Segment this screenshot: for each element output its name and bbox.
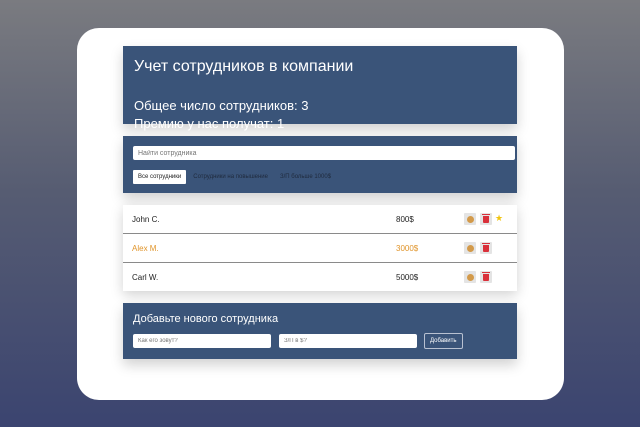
cookie-button[interactable] [464, 213, 476, 225]
list-item: John C. 800$ ★ [123, 205, 517, 234]
employee-name[interactable]: John C. [132, 215, 160, 224]
employee-salary[interactable]: 5000$ [396, 273, 418, 282]
cookie-button[interactable] [464, 271, 476, 283]
page-title: Учет сотрудников в компании [134, 58, 354, 75]
name-input[interactable] [133, 334, 271, 348]
employee-salary[interactable]: 3000$ [396, 244, 418, 253]
total-employees: Общее число сотрудников: 3 [134, 98, 309, 113]
cookie-icon [466, 244, 474, 252]
employee-name[interactable]: Alex M. [132, 244, 159, 253]
star-icon: ★ [495, 213, 504, 223]
add-button[interactable]: Добавить [424, 333, 463, 349]
filter-group: Все сотрудники Сотрудники на повышение З… [133, 170, 338, 184]
cookie-icon [466, 215, 474, 223]
filter-all-button[interactable]: Все сотрудники [133, 170, 187, 184]
delete-button[interactable] [480, 271, 492, 283]
header-panel: Учет сотрудников в компании Общее число … [123, 46, 517, 131]
trash-icon [482, 213, 490, 223]
employee-salary[interactable]: 800$ [396, 215, 414, 224]
list-item: Alex M. 3000$ [123, 234, 517, 263]
list-item: Carl W. 5000$ [123, 263, 517, 291]
bonus-count: Премию у нас получат: 1 [134, 116, 285, 131]
delete-button[interactable] [480, 242, 492, 254]
employee-list: John C. 800$ ★ Alex M. 3000$ Carl W. 500… [123, 205, 517, 291]
employee-name[interactable]: Carl W. [132, 273, 158, 282]
search-panel: Все сотрудники Сотрудники на повышение З… [123, 136, 517, 193]
cookie-icon [466, 273, 474, 281]
salary-input[interactable] [279, 334, 417, 348]
add-employee-panel: Добавьте нового сотрудника Добавить [123, 303, 517, 359]
trash-icon [482, 242, 490, 252]
delete-button[interactable] [480, 213, 492, 225]
app-card: Учет сотрудников в компании Общее число … [77, 28, 564, 400]
add-employee-title: Добавьте нового сотрудника [133, 313, 279, 325]
cookie-button[interactable] [464, 242, 476, 254]
trash-icon [482, 271, 490, 281]
filter-promotion-button[interactable]: Сотрудники на повышение [188, 170, 273, 184]
search-input[interactable] [133, 146, 515, 160]
filter-salary-button[interactable]: З/П больше 1000$ [275, 170, 336, 184]
